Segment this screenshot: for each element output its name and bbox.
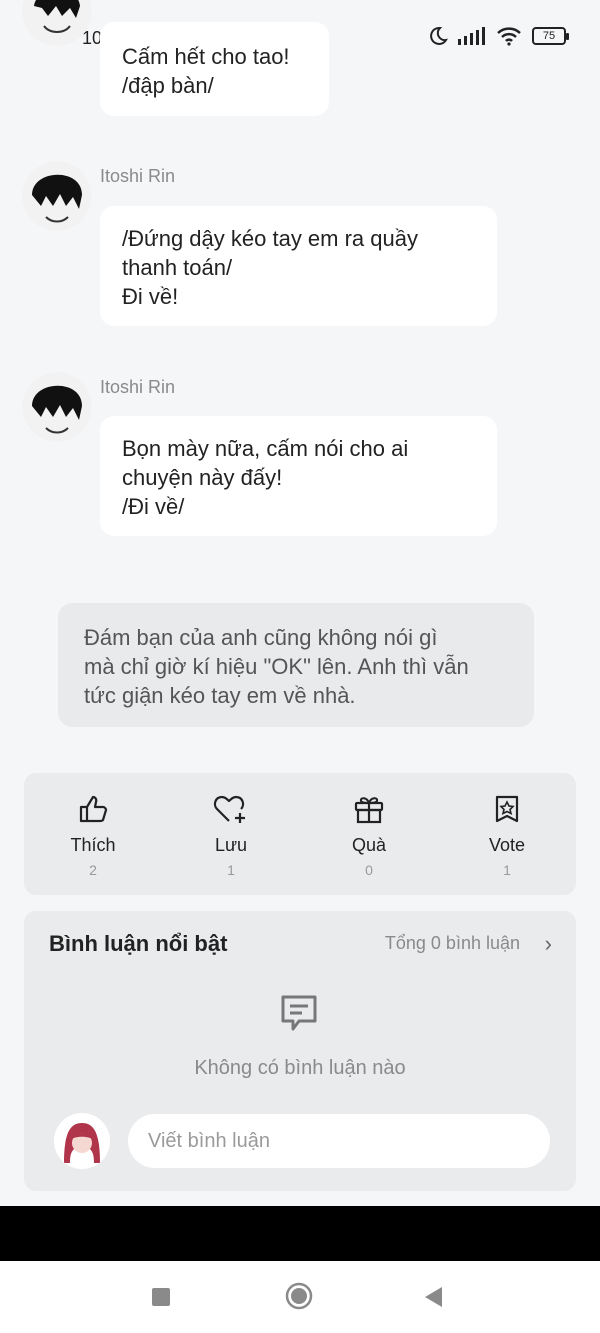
message-line: chuyện này đấy! bbox=[122, 465, 283, 490]
vote-count: 1 bbox=[503, 861, 511, 878]
heart-plus-icon bbox=[213, 795, 245, 823]
narration-line: tức giận kéo tay em về nhà. bbox=[84, 683, 356, 708]
message-line: thanh toán/ bbox=[122, 255, 233, 280]
sender-avatar[interactable] bbox=[22, 372, 92, 442]
user-avatar[interactable] bbox=[54, 1113, 110, 1169]
comments-total-link[interactable]: Tổng 0 bình luận bbox=[385, 933, 520, 954]
comment-input[interactable] bbox=[128, 1114, 550, 1168]
save-count: 1 bbox=[227, 861, 235, 878]
comment-icon bbox=[281, 995, 317, 1031]
gift-count: 0 bbox=[365, 861, 373, 878]
sender-name: Itoshi Rin bbox=[100, 377, 176, 397]
wifi-icon bbox=[497, 27, 521, 46]
system-bar-background bbox=[0, 1206, 600, 1261]
narration-box: Đám bạn của anh cũng không nói gì mà chỉ… bbox=[58, 603, 534, 727]
comments-section: Bình luận nổi bật Tổng 0 bình luận › Khô… bbox=[24, 911, 576, 1191]
action-bar: Thích 2 Lưu 1 Quà 0 Vote 1 bbox=[24, 773, 576, 895]
vote-star-icon bbox=[495, 795, 519, 822]
like-label: Thích bbox=[70, 834, 116, 855]
narration-line: Đám bạn của anh cũng không nói gì bbox=[84, 625, 438, 650]
moon-icon bbox=[430, 26, 448, 45]
back-icon[interactable] bbox=[422, 1285, 444, 1309]
message-line: /Đi về/ bbox=[122, 494, 185, 519]
vote-label: Vote bbox=[488, 834, 526, 855]
message-line: Đi về! bbox=[122, 284, 179, 309]
gift-icon bbox=[354, 796, 384, 823]
navigation-bar bbox=[0, 1261, 600, 1333]
message-bubble: Bọn mày nữa, cấm nói cho ai chuyện này đ… bbox=[100, 416, 497, 536]
gift-button[interactable]: Quà 0 bbox=[314, 791, 424, 878]
chevron-right-icon[interactable]: › bbox=[545, 931, 552, 957]
like-button[interactable]: Thích 2 bbox=[38, 791, 148, 878]
signal-icon bbox=[458, 27, 485, 45]
home-icon[interactable] bbox=[284, 1281, 314, 1311]
message-bubble: Cấm hết cho tao! /đập bàn/ bbox=[100, 22, 329, 116]
empty-comments-text: Không có bình luận nào bbox=[194, 1057, 406, 1079]
comments-title: Bình luận nổi bật bbox=[49, 931, 228, 956]
like-count: 2 bbox=[89, 861, 97, 878]
battery-icon: 75 bbox=[532, 27, 569, 45]
save-button[interactable]: Lưu 1 bbox=[176, 791, 286, 878]
system-status-icons: 75 bbox=[428, 26, 569, 46]
message-line: Cấm hết cho tao! bbox=[122, 44, 290, 69]
message-bubble: /Đứng dậy kéo tay em ra quầy thanh toán/… bbox=[100, 206, 497, 326]
narration-line: mà chỉ giờ kí hiệu "OK" lên. Anh thì vẫn bbox=[84, 654, 469, 679]
message-line: Bọn mày nữa, cấm nói cho ai bbox=[122, 436, 409, 461]
message-line: /đập bàn/ bbox=[122, 73, 214, 98]
gift-label: Quà bbox=[351, 834, 387, 855]
sender-avatar[interactable] bbox=[22, 161, 92, 231]
vote-button[interactable]: Vote 1 bbox=[452, 791, 562, 878]
message-line: /Đứng dậy kéo tay em ra quầy bbox=[122, 226, 418, 251]
sender-name: Itoshi Rin bbox=[100, 166, 176, 186]
save-label: Lưu bbox=[214, 834, 248, 855]
battery-level: 75 bbox=[542, 30, 556, 42]
thumbs-up-icon bbox=[79, 795, 108, 822]
recent-apps-icon[interactable] bbox=[150, 1287, 172, 1307]
